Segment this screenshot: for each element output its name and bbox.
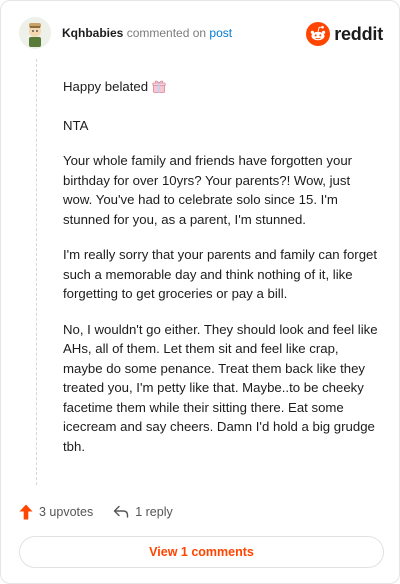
- reply-button[interactable]: 1 reply: [113, 505, 173, 519]
- comment-actions: 3 upvotes 1 reply: [19, 501, 193, 523]
- comment-paragraph-2: NTA: [63, 117, 89, 133]
- comment-paragraph-3: Your whole family and friends have forgo…: [63, 153, 353, 227]
- reddit-logo[interactable]: reddit: [306, 21, 383, 47]
- thread-line: [36, 59, 37, 485]
- avatar[interactable]: [19, 17, 51, 49]
- view-comments-button[interactable]: View 1 comments: [19, 536, 384, 568]
- reply-icon: [114, 505, 129, 518]
- comment-paragraph-5: No, I wouldn't go either. They should lo…: [63, 321, 378, 454]
- comment-body: Happy belated NTA Your whole family and …: [63, 77, 381, 472]
- upvote-count: 3 upvotes: [39, 505, 94, 519]
- post-link[interactable]: post: [209, 26, 232, 40]
- comment-meta: Kqhbabies commented on post: [62, 26, 232, 40]
- reply-count: 1 reply: [135, 505, 173, 519]
- gift-icon: [151, 78, 167, 100]
- comment-header: Kqhbabies commented on post reddit: [19, 17, 383, 51]
- upvote-arrow-icon: [19, 504, 33, 520]
- reddit-icon: [306, 22, 331, 46]
- comment-paragraph-4: I'm really sorry that your parents and f…: [63, 247, 378, 301]
- comment-text-1: Happy belated: [63, 79, 149, 94]
- upvote-button[interactable]: 3 upvotes: [19, 504, 93, 520]
- username[interactable]: Kqhbabies: [62, 26, 123, 40]
- comment-card: Kqhbabies commented on post reddit Happy…: [0, 0, 400, 584]
- comment-paragraph-1: Happy belated: [63, 77, 381, 100]
- reddit-wordmark: reddit: [334, 23, 383, 44]
- commented-on-text: commented on: [126, 26, 207, 40]
